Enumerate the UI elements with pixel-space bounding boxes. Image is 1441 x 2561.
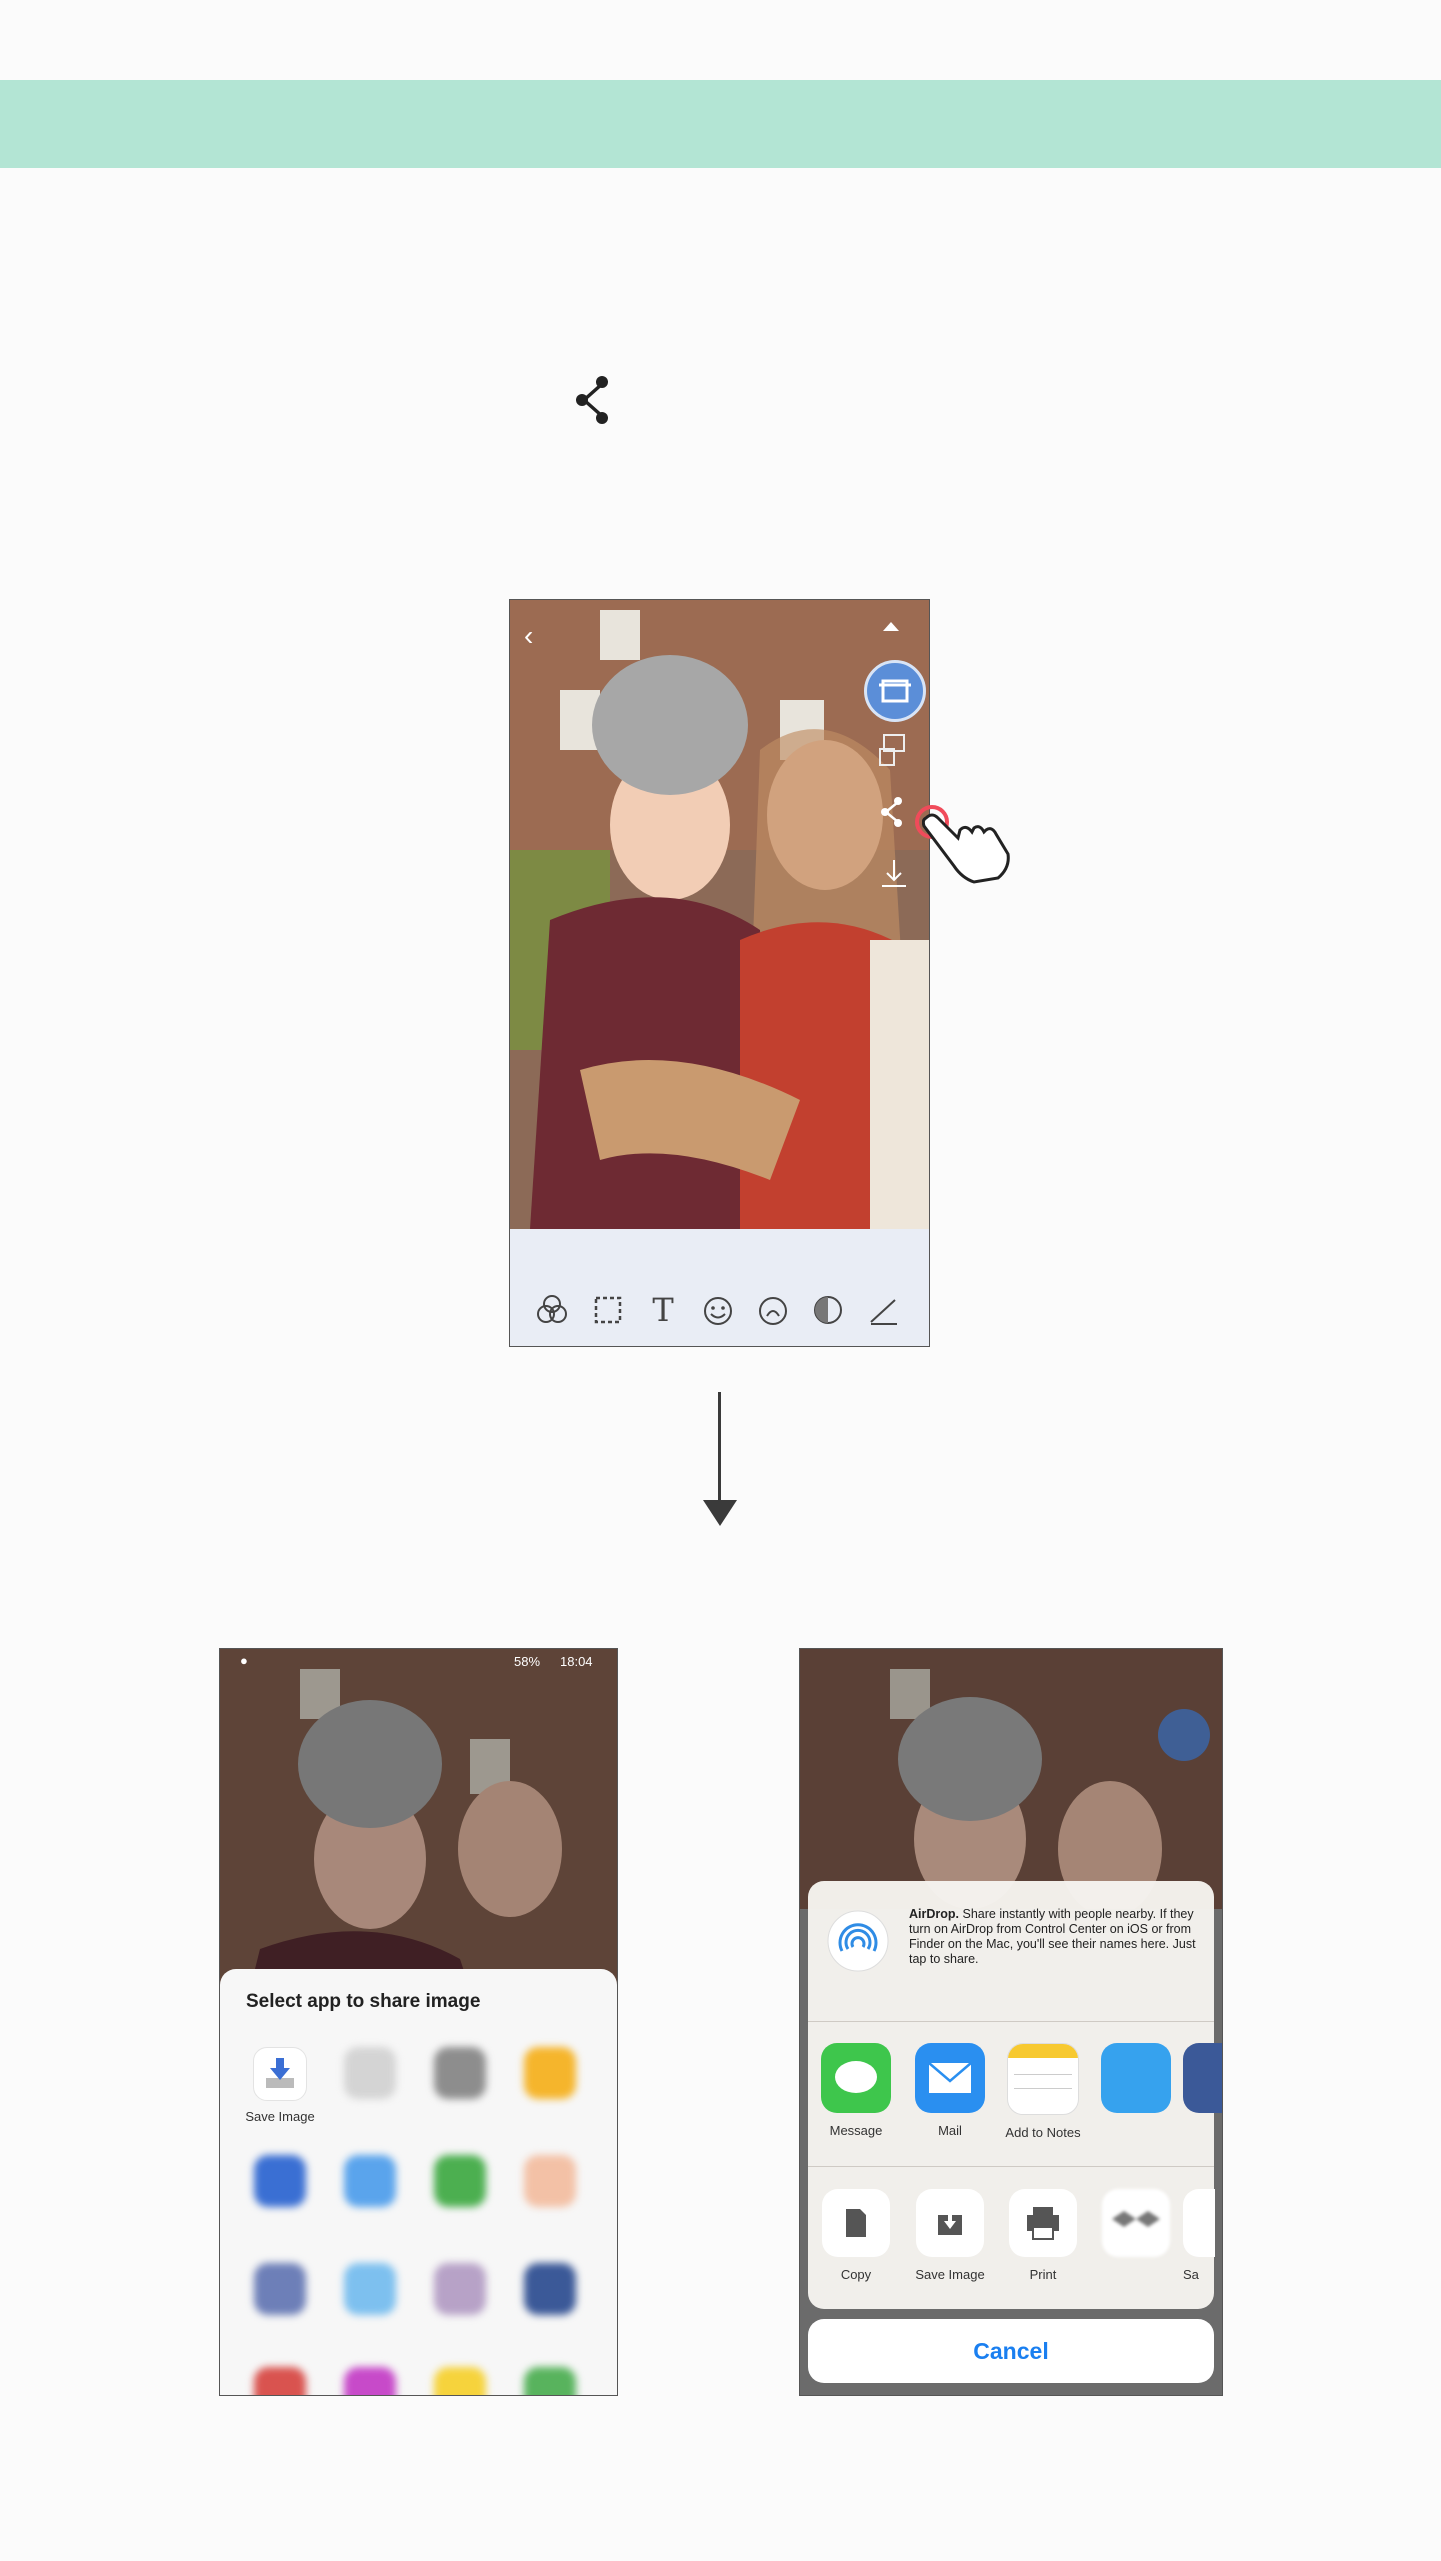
- arrow-down: [718, 1392, 721, 1502]
- app-blurred[interactable]: [327, 2367, 413, 2395]
- app-mail[interactable]: Mail: [904, 2043, 996, 2139]
- app-save-image[interactable]: Save Image: [237, 2047, 323, 2125]
- sheet-title: Select app to share image: [246, 1991, 481, 2012]
- app-blurred[interactable]: [507, 2367, 593, 2395]
- draw-icon[interactable]: [865, 1292, 901, 1328]
- text-icon[interactable]: T: [645, 1292, 681, 1328]
- print-icon: [1158, 1709, 1210, 1761]
- app-blurred[interactable]: [507, 2263, 593, 2339]
- action-label: Save Image: [915, 2267, 985, 2282]
- action-label: Copy: [840, 2267, 872, 2282]
- action-partial[interactable]: Sa: [1183, 2189, 1215, 2283]
- contrast-icon[interactable]: [810, 1292, 846, 1328]
- app-blurred[interactable]: [327, 2047, 413, 2123]
- app-blurred[interactable]: [327, 2263, 413, 2339]
- collage-icon[interactable]: [878, 733, 908, 769]
- header-band: [0, 80, 1441, 168]
- editing-toolbar: T: [510, 1229, 929, 1346]
- share-icon: [576, 376, 608, 424]
- action-dropbox[interactable]: [1090, 2189, 1182, 2283]
- app-label: Mail: [938, 2123, 962, 2138]
- airdrop-icon[interactable]: [826, 1909, 890, 1973]
- app-notes[interactable]: Add to Notes: [997, 2043, 1089, 2141]
- divider: [808, 2021, 1214, 2022]
- status-time: 18:04: [560, 1654, 593, 1669]
- ios-share-screen: AirDrop. Share instantly with people nea…: [799, 1648, 1223, 2396]
- photo-dimmed: [220, 1649, 617, 1989]
- chevron-up-icon[interactable]: [883, 622, 899, 631]
- app-blurred[interactable]: [417, 2367, 503, 2395]
- app-blurred[interactable]: [507, 2047, 593, 2123]
- crop-icon[interactable]: [590, 1292, 626, 1328]
- mail-icon: [915, 2043, 985, 2113]
- app-blurred[interactable]: [237, 2263, 323, 2339]
- lock-icon: ●: [240, 1653, 248, 1668]
- action-print[interactable]: Print: [997, 2189, 1089, 2283]
- app-label: Save Image: [245, 2109, 315, 2124]
- app-label: Add to Notes: [1005, 2125, 1081, 2140]
- airdrop-description: AirDrop. Share instantly with people nea…: [909, 1907, 1199, 1967]
- share-sheet: Select app to share image Save Image: [220, 1969, 617, 2395]
- share-icon[interactable]: [880, 795, 904, 829]
- sticker-alt-icon[interactable]: [755, 1292, 791, 1328]
- notes-icon: [1007, 2043, 1079, 2115]
- download-icon[interactable]: [879, 858, 909, 890]
- back-icon[interactable]: ‹: [524, 620, 533, 652]
- message-icon: [821, 2043, 891, 2113]
- printer-icon: [1009, 2189, 1077, 2257]
- app-blurred[interactable]: [507, 2155, 593, 2231]
- photo-dimmed: [800, 1649, 1222, 1909]
- status-bar: ● 58% 18:04: [220, 1649, 617, 1675]
- app-blurred[interactable]: [417, 2263, 503, 2339]
- save-image-icon: [916, 2189, 984, 2257]
- filter-icon[interactable]: [534, 1292, 570, 1328]
- app-blurred[interactable]: [237, 2367, 323, 2395]
- app-blurred[interactable]: [417, 2047, 503, 2123]
- app-blurred[interactable]: [237, 2155, 323, 2231]
- app-screen-editor: ‹ T: [509, 599, 930, 1347]
- app-message[interactable]: Message: [810, 2043, 902, 2139]
- action-partial-icon: [1183, 2189, 1215, 2257]
- action-copy[interactable]: Copy: [810, 2189, 902, 2283]
- sticker-icon[interactable]: [700, 1292, 736, 1328]
- status-battery: 58%: [514, 1654, 541, 1669]
- ios-share-sheet: AirDrop. Share instantly with people nea…: [808, 1881, 1222, 2309]
- airdrop-title: AirDrop.: [909, 1907, 959, 1921]
- action-label-partial: Sa: [1183, 2267, 1199, 2282]
- app-blurred[interactable]: [327, 2155, 413, 2231]
- twitter-icon: [1101, 2043, 1171, 2113]
- app-partial[interactable]: [1183, 2043, 1222, 2113]
- copy-icon: [822, 2189, 890, 2257]
- action-label: Print: [1029, 2267, 1057, 2282]
- cancel-button[interactable]: Cancel: [808, 2319, 1214, 2383]
- arrow-head: [703, 1500, 737, 1526]
- android-share-screen: ● 58% 18:04 Select app to share image Sa…: [219, 1648, 618, 2396]
- app-blurred[interactable]: [417, 2155, 503, 2231]
- action-label-blurred: [1090, 2267, 1182, 2283]
- app-twitter[interactable]: [1090, 2043, 1182, 2139]
- save-image-icon: [253, 2047, 307, 2101]
- action-save-image[interactable]: Save Image: [904, 2189, 996, 2283]
- dropbox-icon: [1102, 2189, 1170, 2257]
- facebook-icon: [1183, 2043, 1222, 2113]
- divider: [808, 2166, 1214, 2167]
- hand-pointer-icon: [922, 813, 1010, 884]
- app-label-blurred: [1090, 2123, 1182, 2139]
- app-label: Message: [829, 2123, 883, 2138]
- print-icon[interactable]: [864, 660, 926, 722]
